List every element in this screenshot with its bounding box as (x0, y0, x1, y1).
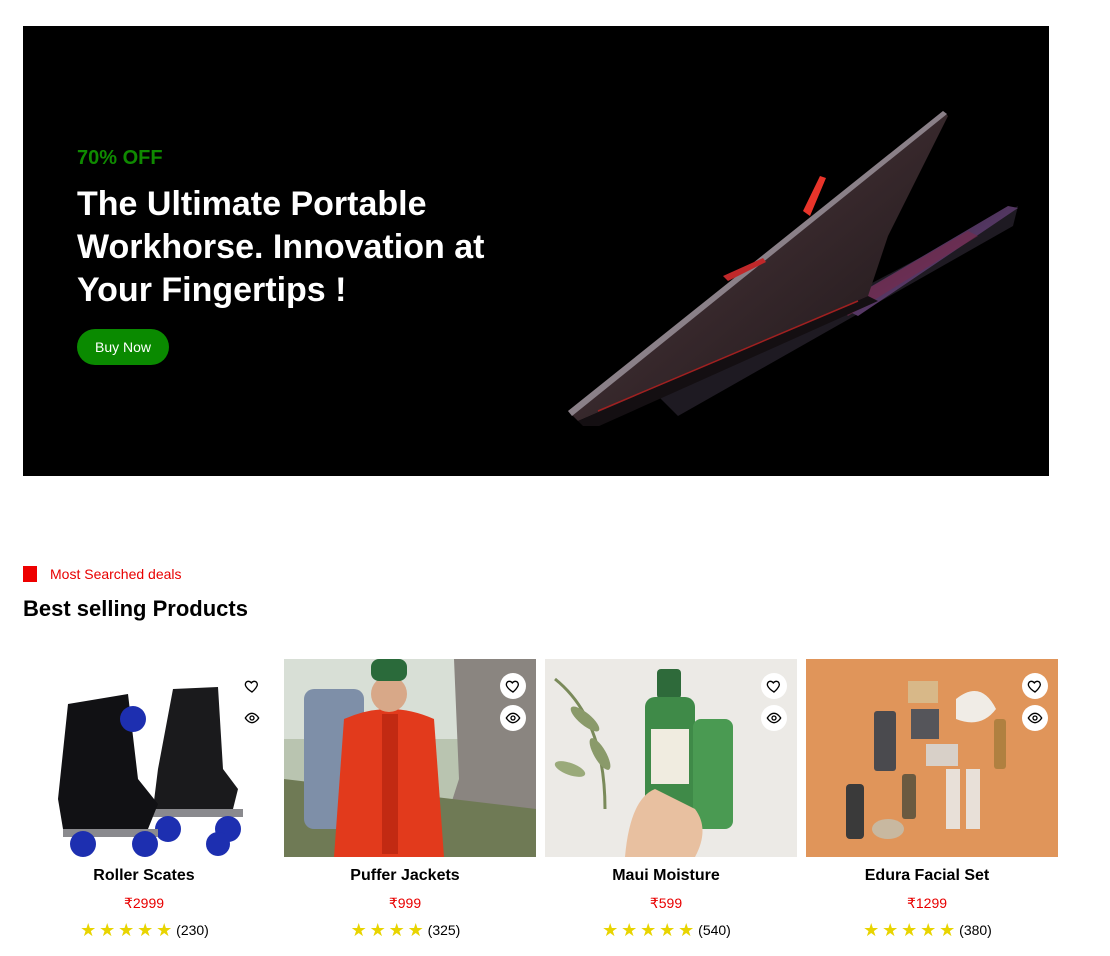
star-rating: ★ ★ ★ ★ ★ (79, 921, 174, 939)
product-rating: ★ ★ ★ ★ ★ (230) (23, 921, 265, 939)
star-icon: ★ (659, 920, 677, 940)
hero-title: The Ultimate Portable Workhorse. Innovat… (77, 185, 485, 309)
product-image[interactable] (545, 659, 797, 857)
star-icon: ★ (901, 920, 919, 940)
star-icon: ★ (621, 920, 639, 940)
star-icon: ★ (882, 920, 900, 940)
star-icon: ★ (137, 920, 155, 940)
star-icon: ★ (118, 920, 136, 940)
shampoo-bottle-image (545, 659, 797, 857)
heart-icon (1027, 680, 1041, 693)
star-icon: ★ (156, 920, 174, 940)
star-icon: ★ (678, 920, 696, 940)
heart-icon (766, 680, 780, 693)
quick-view-button[interactable] (761, 705, 787, 731)
product-card[interactable]: Edura Facial Set ₹1299 ★ ★ ★ ★ ★ (380) (806, 659, 1058, 949)
review-count: (325) (427, 922, 461, 938)
product-image[interactable] (23, 659, 275, 857)
star-icon: ★ (939, 920, 957, 940)
star-icon: ★ (407, 920, 425, 940)
product-price: ₹599 (649, 895, 683, 911)
product-price: ₹999 (388, 895, 422, 911)
product-name[interactable]: Roller Scates (23, 867, 265, 885)
quick-view-button[interactable] (239, 705, 265, 731)
star-rating: ★ ★ ★ ★ ★ (601, 921, 696, 939)
quick-view-button[interactable] (1022, 705, 1048, 731)
product-card[interactable]: Roller Scates ₹2999 ★ ★ ★ ★ ★ (230) (23, 659, 275, 949)
star-icon: ★ (369, 920, 387, 940)
favorite-button[interactable] (500, 673, 526, 699)
section-title: Best selling Products (23, 596, 248, 621)
buy-now-button[interactable]: Buy Now (77, 329, 169, 365)
star-icon: ★ (388, 920, 406, 940)
heart-icon (505, 680, 519, 693)
star-icon: ★ (863, 920, 881, 940)
review-count: (540) (698, 922, 731, 938)
laptop-image (568, 111, 1018, 426)
star-icon: ★ (920, 920, 938, 940)
facial-set-image (806, 659, 1058, 857)
hero-discount: 70% OFF (77, 147, 163, 169)
product-price: ₹2999 (123, 895, 165, 911)
quick-view-button[interactable] (500, 705, 526, 731)
puffer-jacket-image (284, 659, 536, 857)
section-tag: Most Searched deals (50, 566, 182, 582)
hero-banner: 70% OFF The Ultimate Portable Workhorse.… (23, 26, 1049, 476)
eye-icon (766, 712, 782, 724)
page: 70% OFF The Ultimate Portable Workhorse.… (0, 0, 1110, 956)
section-marker (23, 566, 37, 582)
product-image[interactable] (806, 659, 1058, 857)
eye-icon (244, 712, 260, 724)
star-rating: ★ ★ ★ ★ (350, 921, 426, 939)
favorite-button[interactable] (239, 673, 265, 699)
roller-skates-image (23, 659, 275, 857)
star-rating: ★ ★ ★ ★ ★ (862, 921, 957, 939)
star-icon: ★ (640, 920, 658, 940)
star-icon: ★ (99, 920, 117, 940)
star-icon: ★ (80, 920, 98, 940)
star-icon: ★ (602, 920, 620, 940)
product-card[interactable]: Puffer Jackets ₹999 ★ ★ ★ ★ (325) (284, 659, 536, 949)
product-image[interactable] (284, 659, 536, 857)
review-count: (380) (959, 922, 992, 938)
review-count: (230) (176, 922, 209, 938)
star-icon: ★ (350, 920, 368, 940)
product-rating: ★ ★ ★ ★ ★ (540) (545, 921, 787, 939)
product-rating: ★ ★ ★ ★ (325) (284, 921, 526, 939)
product-rating: ★ ★ ★ ★ ★ (380) (806, 921, 1048, 939)
favorite-button[interactable] (761, 673, 787, 699)
product-name[interactable]: Edura Facial Set (806, 867, 1048, 885)
favorite-button[interactable] (1022, 673, 1048, 699)
product-price: ₹1299 (906, 895, 948, 911)
heart-icon (244, 680, 258, 693)
product-name[interactable]: Puffer Jackets (284, 867, 526, 885)
eye-icon (1027, 712, 1043, 724)
eye-icon (505, 712, 521, 724)
product-name[interactable]: Maui Moisture (545, 867, 787, 885)
product-card[interactable]: Maui Moisture ₹599 ★ ★ ★ ★ ★ (540) (545, 659, 797, 949)
